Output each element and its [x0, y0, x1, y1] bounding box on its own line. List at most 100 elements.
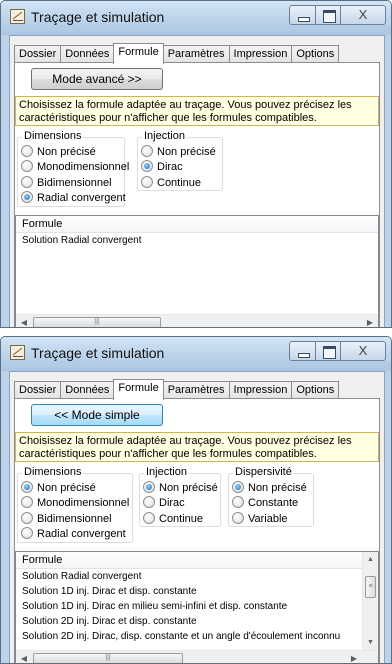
radio-selected-icon: [232, 481, 244, 494]
formula-list[interactable]: Formule Solution Radial convergent ◀ |||…: [15, 215, 379, 327]
radio-dim-mono[interactable]: Monodimensionnel: [21, 160, 129, 174]
dispersivity-group: Dispersivité Non précisé Constante Varia…: [228, 466, 314, 527]
scroll-thumb[interactable]: |||: [33, 317, 161, 327]
maximize-button[interactable]: [315, 341, 341, 361]
radio-dim-radial[interactable]: Radial convergent: [21, 527, 126, 541]
formula-list-viewport: Formule Solution Radial convergent Solut…: [16, 552, 362, 650]
scroll-thumb[interactable]: |||: [33, 653, 183, 663]
close-button[interactable]: X: [340, 341, 386, 361]
dialog-body: Dossier Données Formule Paramètres Impressio…: [9, 35, 385, 327]
radio-selected-icon: [143, 481, 155, 494]
tab-dossier[interactable]: Dossier: [14, 381, 62, 399]
list-item[interactable]: Solution Radial convergent: [16, 233, 378, 248]
formula-list-header[interactable]: Formule: [16, 552, 362, 569]
arrow-right-icon[interactable]: ▶: [346, 651, 362, 663]
radio-inj-non-precise[interactable]: Non précisé: [143, 481, 218, 495]
tab-formule[interactable]: Formule: [113, 43, 164, 64]
tab-options[interactable]: Options: [291, 381, 340, 399]
dispersivity-label: Dispersivité: [233, 466, 294, 479]
radio-icon: [232, 512, 244, 525]
radio-inj-continue[interactable]: Continue: [143, 512, 203, 526]
radio-dim-bi[interactable]: Bidimensionnel: [21, 512, 112, 526]
tab-parametres[interactable]: Paramètres: [162, 381, 230, 399]
tab-parametres[interactable]: Paramètres: [162, 45, 230, 63]
horizontal-scrollbar[interactable]: ◀ ||| ▶: [16, 650, 378, 663]
radio-selected-icon: [141, 160, 153, 173]
injection-label: Injection: [142, 130, 187, 143]
radio-icon: [141, 145, 153, 158]
tab-formule[interactable]: Formule: [113, 379, 164, 400]
radio-dim-radial[interactable]: Radial convergent: [21, 191, 126, 205]
arrow-right-icon[interactable]: ▶: [362, 315, 378, 327]
formule-panel: Mode avancé >> Choisissez la formule ada…: [14, 62, 380, 327]
injection-group: Injection Non précisé Dirac Continue: [139, 466, 221, 527]
radio-disp-non-precise[interactable]: Non précisé: [232, 481, 307, 495]
radio-inj-non-precise[interactable]: Non précisé: [141, 145, 216, 159]
radio-dim-bi[interactable]: Bidimensionnel: [21, 176, 112, 190]
formula-list[interactable]: Formule Solution Radial convergent Solut…: [15, 551, 379, 663]
radio-icon: [232, 496, 244, 509]
arrow-down-icon[interactable]: ▼: [363, 635, 378, 650]
list-item[interactable]: Solution Radial convergent: [16, 569, 362, 584]
info-banner: Choisissez la formule adaptée au traçage…: [15, 432, 379, 462]
radio-dim-non-precise[interactable]: Non précisé: [21, 481, 96, 495]
list-item[interactable]: Solution 1D inj. Dirac en milieu semi-in…: [16, 599, 362, 614]
radio-disp-constante[interactable]: Constante: [232, 496, 298, 510]
window-title: Traçage et simulation: [31, 9, 165, 25]
vertical-scrollbar[interactable]: ▲ ≡ ▼: [362, 552, 378, 650]
tab-options[interactable]: Options: [291, 45, 340, 63]
title-bar[interactable]: Traçage et simulation X: [1, 337, 391, 371]
radio-icon: [21, 176, 33, 189]
tab-donnees[interactable]: Données: [60, 45, 115, 63]
radio-dim-non-precise[interactable]: Non précisé: [21, 145, 96, 159]
list-item[interactable]: Solution 2D inj. Dirac, disp. constante …: [16, 629, 362, 644]
arrow-left-icon[interactable]: ◀: [16, 651, 32, 663]
window-simple-mode: Traçage et simulation X Dossier Données Fo…: [0, 0, 392, 328]
tab-strip: Dossier Données Formule Paramètres Impressio…: [14, 379, 340, 400]
list-item[interactable]: Solution 2D inj. Dirac et disp. constant…: [16, 614, 362, 629]
list-item[interactable]: Solution 1D inj. Dirac et disp. constant…: [16, 584, 362, 599]
tracer-app-icon[interactable]: [10, 9, 25, 24]
radio-icon: [21, 512, 33, 525]
maximize-button[interactable]: [315, 5, 341, 25]
close-icon: X: [358, 7, 368, 22]
minimize-button[interactable]: [289, 341, 316, 361]
radio-dim-mono[interactable]: Monodimensionnel: [21, 496, 129, 510]
advanced-mode-button[interactable]: Mode avancé >>: [31, 68, 163, 90]
tab-dossier[interactable]: Dossier: [14, 45, 62, 63]
radio-inj-continue[interactable]: Continue: [141, 176, 201, 190]
tab-strip: Dossier Données Formule Paramètres Impressio…: [14, 43, 340, 64]
radio-icon: [143, 512, 155, 525]
radio-selected-icon: [21, 481, 33, 494]
radio-icon: [21, 496, 33, 509]
dimensions-label: Dimensions: [22, 130, 84, 143]
injection-group: Injection Non précisé Dirac Continue: [137, 130, 223, 191]
dialog-body: Dossier Données Formule Paramètres Impressio…: [9, 371, 385, 663]
dimensions-label: Dimensions: [22, 466, 84, 479]
window-title: Traçage et simulation: [31, 345, 165, 361]
tab-impression[interactable]: Impression: [228, 45, 293, 63]
window-advanced-mode: Traçage et simulation X Dossier Données Fo…: [0, 336, 392, 664]
arrow-left-icon[interactable]: ◀: [16, 315, 32, 327]
dimensions-group: Dimensions Non précisé Monodimensionnel …: [17, 130, 129, 207]
close-icon: X: [358, 343, 368, 358]
scroll-thumb[interactable]: ≡: [365, 576, 376, 598]
tracer-app-icon[interactable]: [10, 345, 25, 360]
horizontal-scrollbar[interactable]: ◀ ||| ▶: [16, 314, 378, 327]
radio-inj-dirac[interactable]: Dirac: [141, 160, 183, 174]
simple-mode-button[interactable]: << Mode simple: [31, 404, 163, 426]
radio-icon: [143, 496, 155, 509]
title-bar[interactable]: Traçage et simulation X: [1, 1, 391, 35]
radio-inj-dirac[interactable]: Dirac: [143, 496, 185, 510]
radio-disp-variable[interactable]: Variable: [232, 512, 288, 526]
tab-donnees[interactable]: Données: [60, 381, 115, 399]
radio-icon: [21, 145, 33, 158]
arrow-up-icon[interactable]: ▲: [363, 552, 378, 567]
radio-icon: [21, 527, 33, 540]
tab-impression[interactable]: Impression: [228, 381, 293, 399]
formule-panel: << Mode simple Choisissez la formule ada…: [14, 398, 380, 663]
formula-list-header[interactable]: Formule: [16, 216, 378, 233]
close-button[interactable]: X: [340, 5, 386, 25]
info-banner: Choisissez la formule adaptée au traçage…: [15, 96, 379, 126]
minimize-button[interactable]: [289, 5, 316, 25]
